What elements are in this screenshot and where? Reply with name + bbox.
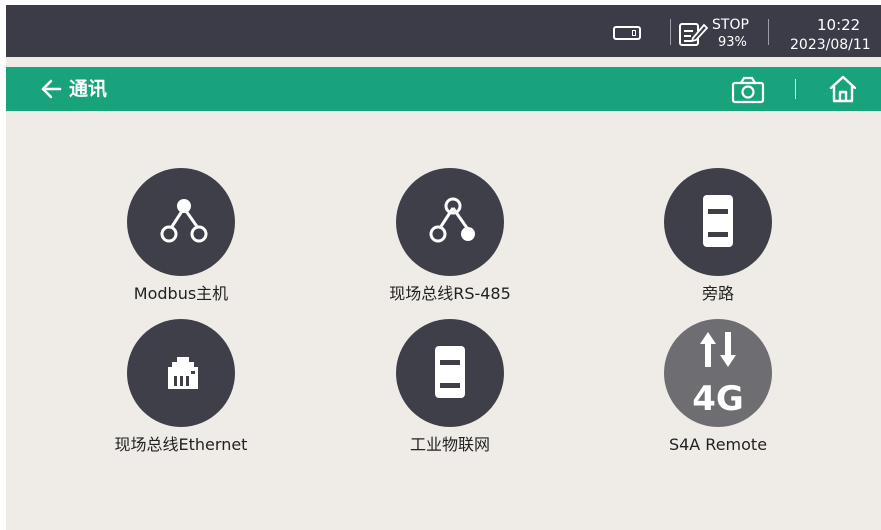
- menu-item-label: 现场总线Ethernet: [114, 435, 248, 454]
- device-icon: [435, 346, 465, 398]
- menu-icon-circle: 4G: [664, 319, 772, 427]
- device-icon: [703, 195, 733, 247]
- network-nodes-icon: [429, 197, 475, 243]
- camera-icon[interactable]: [731, 76, 765, 104]
- 4g-signal-icon: 4G: [692, 332, 744, 419]
- divider: [670, 19, 671, 45]
- menu-item-label: 旁路: [701, 284, 734, 303]
- title-bar: 通讯: [6, 67, 881, 111]
- menu-icon-circle: [664, 168, 772, 276]
- screen: STOP 93% 10:22 2023/08/11 通讯 Modbus主机 现场…: [6, 5, 881, 530]
- clock-time: 10:22: [817, 16, 861, 34]
- menu-item-label: S4A Remote: [668, 435, 768, 454]
- menu-item-bypass[interactable]: 旁路: [608, 168, 828, 316]
- menu-item-fieldbus-rs485[interactable]: 现场总线RS-485: [340, 168, 560, 316]
- menu-icon-circle: [127, 168, 235, 276]
- svg-text:4G: 4G: [692, 379, 744, 419]
- menu-icon-circle: [396, 168, 504, 276]
- menu-item-label: 工业物联网: [409, 435, 490, 454]
- menu-icon-circle: [127, 319, 235, 427]
- divider: [768, 19, 769, 45]
- network-nodes-icon: [160, 199, 208, 243]
- menu-item-modbus-master[interactable]: Modbus主机: [71, 168, 291, 316]
- menu-item-industrial-iot[interactable]: 工业物联网: [340, 319, 560, 467]
- plc-state: STOP: [712, 17, 749, 33]
- page-title: 通讯: [69, 78, 108, 100]
- arrow-left-icon[interactable]: [40, 78, 62, 100]
- menu-item-label: Modbus主机: [133, 284, 229, 303]
- plc-status-icon: [679, 23, 708, 46]
- clock-date: 2023/08/11: [790, 37, 871, 53]
- menu-item-fieldbus-ethernet[interactable]: 现场总线Ethernet: [71, 319, 291, 467]
- menu-icon-circle: [396, 319, 504, 427]
- divider: [795, 79, 796, 99]
- battery-level: 93%: [718, 35, 747, 50]
- home-icon[interactable]: [828, 75, 858, 103]
- menu-item-label: 现场总线RS-485: [389, 284, 511, 303]
- ethernet-port-icon: [168, 357, 198, 389]
- status-bar: STOP 93% 10:22 2023/08/11: [6, 5, 881, 57]
- usb-drive-icon: [613, 26, 641, 40]
- menu-item-s4a-remote[interactable]: 4G S4A Remote: [608, 319, 828, 467]
